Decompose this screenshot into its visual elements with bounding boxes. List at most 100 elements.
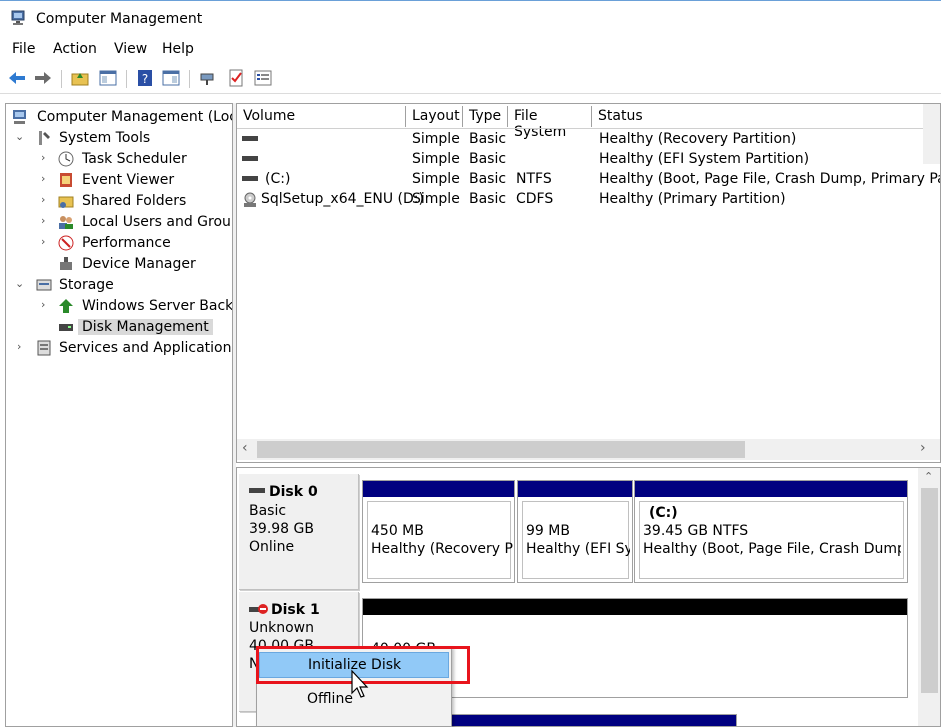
partition-bar (363, 481, 514, 497)
system-tools-icon (39, 131, 50, 145)
tree-item-performance[interactable]: › Performance (11, 233, 231, 253)
menu-file[interactable]: File (12, 41, 35, 57)
device-manager-icon (60, 257, 72, 270)
window-title: Computer Management (36, 11, 203, 27)
column-header-volume[interactable]: Volume (237, 106, 406, 127)
cell-layout: Simple (412, 151, 460, 167)
computer-management-icon (13, 110, 26, 124)
partition-efi[interactable]: 99 MB Healthy (EFI Sys (517, 480, 633, 583)
column-header-layout[interactable]: Layout (406, 106, 463, 127)
disk-kind: Basic (249, 503, 287, 519)
partition-inner (367, 501, 511, 579)
backup-icon (59, 299, 73, 313)
clock-icon (58, 151, 74, 167)
expand-chevron-icon[interactable]: › (17, 340, 29, 360)
svg-text:?: ? (142, 72, 148, 86)
tree-item-services-applications[interactable]: › Services and Applications (11, 338, 232, 360)
scroll-right-icon[interactable]: › (920, 440, 926, 456)
toolbar-separator (126, 70, 127, 88)
partition-status: Healthy (Boot, Page File, Crash Dump, Pr (643, 541, 901, 557)
disk-0-label[interactable]: Disk 0 Basic 39.98 GB Online (239, 474, 359, 590)
properties-pane-icon[interactable] (161, 68, 181, 88)
tree-item-device-manager[interactable]: Device Manager (11, 254, 231, 274)
list-icon[interactable] (253, 68, 273, 88)
disk-name: Disk 0 (269, 484, 318, 500)
cell-type: Basic (469, 171, 507, 187)
show-hide-tree-icon[interactable] (98, 68, 118, 88)
scroll-up-icon[interactable]: ⌃ (924, 470, 933, 483)
menu-action[interactable]: Action (53, 41, 97, 57)
column-header-status[interactable]: Status (592, 106, 932, 127)
expand-chevron-icon[interactable]: › (41, 235, 53, 255)
storage-icon (36, 279, 52, 291)
cell-type: Basic (469, 151, 507, 167)
expand-chevron-icon[interactable]: › (41, 193, 53, 213)
help-icon[interactable]: ? (135, 68, 155, 88)
tree-item-shared-folders[interactable]: › Shared Folders (11, 191, 231, 211)
forward-arrow-icon[interactable] (33, 68, 53, 88)
disk-name: Disk 1 (271, 602, 320, 618)
expand-chevron-icon[interactable]: › (41, 172, 53, 192)
cell-layout: Simple (412, 191, 460, 207)
cell-volume: SqlSetup_x64_ENU (D:) (261, 191, 424, 207)
scrollbar-thumb[interactable] (257, 441, 745, 458)
menu-item-label: Offline (307, 691, 353, 707)
menu-help[interactable]: Help (162, 41, 194, 57)
partition-status: Healthy (EFI Sys (526, 541, 630, 557)
checklist-icon[interactable] (226, 68, 246, 88)
disk-icon (249, 488, 265, 493)
collapse-chevron-icon[interactable]: ⌄ (15, 130, 27, 150)
partition-bar (518, 481, 632, 497)
menu-bar: File Action View Help (0, 38, 941, 62)
table-row[interactable]: Simple Basic Healthy (EFI System Partiti… (237, 150, 940, 170)
volume-icon (242, 136, 258, 141)
table-row[interactable]: Simple Basic Healthy (Recovery Partition… (237, 130, 940, 150)
title-bar: Computer Management (0, 0, 941, 37)
toolbar: ? (0, 64, 941, 94)
back-arrow-icon[interactable] (7, 68, 27, 88)
tree-item-label: Local Users and Groups (82, 214, 233, 230)
expand-chevron-icon[interactable]: › (41, 298, 53, 318)
shared-folder-icon (58, 196, 74, 208)
tree-item-label: Device Manager (82, 256, 196, 272)
partition-title: (C:) (649, 505, 678, 521)
vertical-scrollbar[interactable]: ⌃ (918, 468, 940, 726)
partition-inner (639, 501, 904, 579)
users-icon (59, 216, 73, 229)
console-tree: Computer Management (Local ⌄ System Tool… (5, 103, 233, 727)
tree-item-storage[interactable]: ⌄ Storage (11, 275, 231, 295)
table-row[interactable]: SqlSetup_x64_ENU (D:) Simple Basic CDFS … (237, 190, 940, 210)
column-header-type[interactable]: Type (463, 106, 508, 127)
expand-chevron-icon[interactable]: › (41, 151, 53, 171)
up-folder-icon[interactable] (70, 68, 90, 88)
horizontal-scrollbar[interactable]: ‹ › (237, 439, 940, 460)
expand-chevron-icon[interactable]: › (41, 214, 53, 234)
partition-bar (635, 481, 907, 497)
tree-item-disk-management[interactable]: Disk Management (11, 317, 231, 337)
cell-status: Healthy (Boot, Page File, Crash Dump, Pr… (599, 171, 941, 187)
table-row[interactable]: (C:) Simple Basic NTFS Healthy (Boot, Pa… (237, 170, 941, 190)
collapse-chevron-icon[interactable]: ⌄ (15, 277, 27, 297)
disk-size: 39.98 GB (249, 521, 314, 537)
tree-item-task-scheduler[interactable]: › Task Scheduler (11, 149, 231, 169)
partition-c-drive[interactable]: (C:) 39.45 GB NTFS Healthy (Boot, Page F… (634, 480, 908, 583)
cell-type: Basic (469, 131, 507, 147)
cell-status: Healthy (Recovery Partition) (599, 131, 797, 147)
cell-file-system: CDFS (516, 191, 554, 207)
partition-size: 39.45 GB NTFS (643, 523, 749, 539)
tree-item-system-tools[interactable]: ⌄ System Tools (11, 128, 231, 148)
tree-item-windows-server-backup[interactable]: › Windows Server Backup (11, 296, 232, 318)
computer-management-icon (11, 10, 25, 25)
tree-item-label: Shared Folders (82, 193, 187, 209)
menu-view[interactable]: View (114, 41, 147, 57)
partition-recovery[interactable]: 450 MB Healthy (Recovery Par (362, 480, 515, 583)
column-header-file-system[interactable]: File System (508, 106, 592, 140)
tree-item-computer-management[interactable]: Computer Management (Local (11, 107, 232, 127)
tree-item-label: Task Scheduler (82, 151, 187, 167)
scrollbar-thumb[interactable] (921, 488, 938, 693)
connect-icon[interactable] (198, 68, 218, 88)
tree-item-event-viewer[interactable]: › Event Viewer (11, 170, 231, 190)
tree-item-local-users[interactable]: › Local Users and Groups (11, 212, 233, 234)
scroll-left-icon[interactable]: ‹ (242, 440, 248, 456)
cell-volume: (C:) (265, 171, 291, 187)
